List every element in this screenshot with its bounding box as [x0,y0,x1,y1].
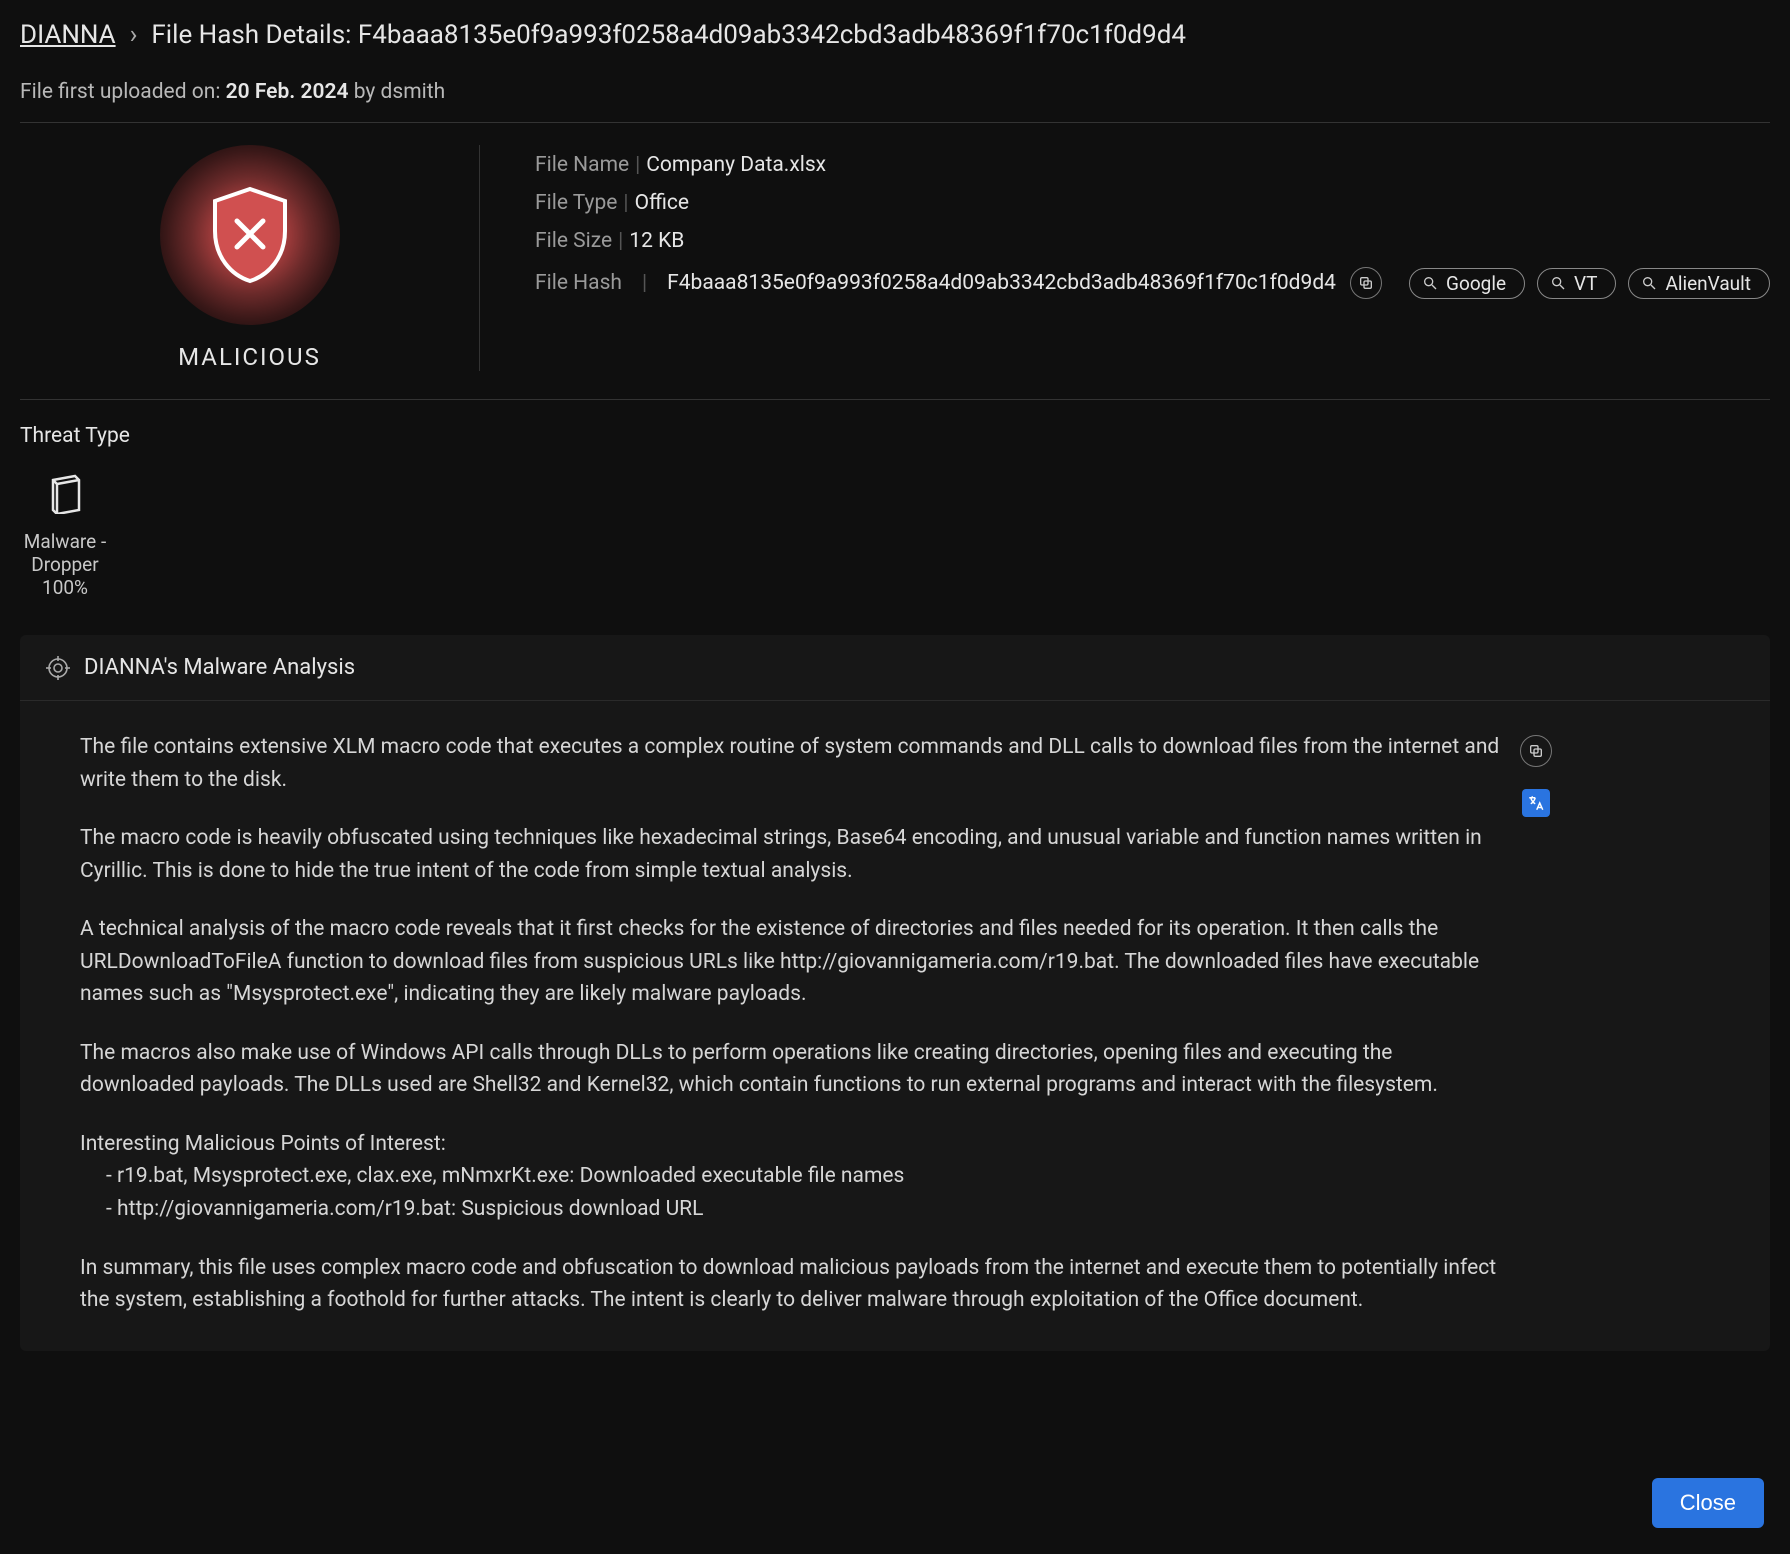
upload-user: dsmith [381,80,446,104]
chevron-right-icon: › [130,20,138,50]
analysis-paragraph: The macros also make use of Windows API … [80,1037,1500,1102]
analysis-panel: DIANNA's Malware Analysis The file conta… [20,635,1770,1351]
copy-hash-button[interactable] [1350,267,1382,299]
search-icon [1422,275,1438,291]
search-google-button[interactable]: Google [1409,268,1525,299]
threat-type-section: Threat Type Malware - Dropper 100% [20,400,1770,629]
meta-file-hash: File Hash | F4baaa8135e0f9a993f0258a4d09… [535,267,1770,299]
verdict-column: MALICIOUS [20,145,480,371]
meta-sep: | [618,229,623,253]
analysis-side-tools [1520,731,1552,1317]
threat-name: Malware - Dropper [0,530,130,576]
meta-label: File Hash [535,271,622,295]
pill-label: Google [1446,272,1506,295]
analysis-paragraph: In summary, this file uses complex macro… [80,1252,1500,1317]
meta-label: File Size [535,229,612,253]
search-icon [1641,275,1657,291]
meta-sep: | [623,191,628,215]
close-button[interactable]: Close [1652,1478,1764,1528]
meta-value: 12 KB [629,229,684,253]
translate-icon [1527,794,1545,812]
poi-item: - r19.bat, Msysprotect.exe, clax.exe, mN… [80,1164,904,1188]
breadcrumb: DIANNA › File Hash Details: F4baaa8135e0… [20,20,1770,50]
copy-analysis-button[interactable] [1520,735,1552,767]
search-vt-button[interactable]: VT [1537,268,1616,299]
meta-file-type: File Type | Office [535,191,1770,215]
analysis-paragraph: A technical analysis of the macro code r… [80,913,1500,1011]
threat-confidence: 100% [42,576,88,599]
upload-meta: File first uploaded on: 20 Feb. 2024 by … [20,80,1770,104]
pill-label: VT [1574,272,1597,295]
meta-sep: | [642,271,647,295]
upload-date: 20 Feb. 2024 [226,80,349,104]
pill-label: AlienVault [1665,272,1751,295]
copy-icon [1528,743,1544,759]
meta-file-name: File Name | Company Data.xlsx [535,153,1770,177]
analysis-title: DIANNA's Malware Analysis [84,655,355,680]
analysis-header: DIANNA's Malware Analysis [20,635,1770,701]
breadcrumb-root-link[interactable]: DIANNA [20,20,116,50]
meta-value: Office [635,191,690,215]
page-title-hash: F4baaa8135e0f9a993f0258a4d09ab3342cbd3ad… [358,20,1186,50]
meta-value: F4baaa8135e0f9a993f0258a4d09ab3342cbd3ad… [667,271,1336,295]
analysis-body: The file contains extensive XLM macro co… [80,731,1500,1317]
verdict-shield-icon [160,145,340,325]
meta-label: File Type [535,191,617,215]
poi-title: Interesting Malicious Points of Interest… [80,1132,446,1156]
translate-button[interactable] [1522,789,1550,817]
target-icon [46,656,70,680]
meta-file-size: File Size | 12 KB [535,229,1770,253]
shield-x-icon [207,185,293,285]
verdict-label: MALICIOUS [178,343,321,371]
copy-icon [1358,275,1374,291]
dropper-icon [45,470,85,520]
file-meta-column: File Name | Company Data.xlsx File Type … [480,145,1770,371]
analysis-poi: Interesting Malicious Points of Interest… [80,1128,1500,1226]
meta-label: File Name [535,153,629,177]
threat-type-item: Malware - Dropper 100% [0,470,130,599]
search-alienvault-button[interactable]: AlienVault [1628,268,1770,299]
analysis-paragraph: The file contains extensive XLM macro co… [80,731,1500,796]
file-summary-row: MALICIOUS File Name | Company Data.xlsx … [20,122,1770,400]
page-title-prefix: File Hash Details: [151,20,351,50]
upload-prefix: File first uploaded on: [20,80,220,104]
threat-section-title: Threat Type [20,424,1770,448]
meta-sep: | [635,153,640,177]
analysis-paragraph: The macro code is heavily obfuscated usi… [80,822,1500,887]
external-search-links: Google VT AlienVault [1409,268,1770,299]
meta-value: Company Data.xlsx [646,153,826,177]
page-title: File Hash Details: F4baaa8135e0f9a993f02… [151,20,1186,50]
upload-by: by [354,80,376,104]
poi-item: - http://giovannigameria.com/r19.bat: Su… [80,1197,703,1221]
search-icon [1550,275,1566,291]
